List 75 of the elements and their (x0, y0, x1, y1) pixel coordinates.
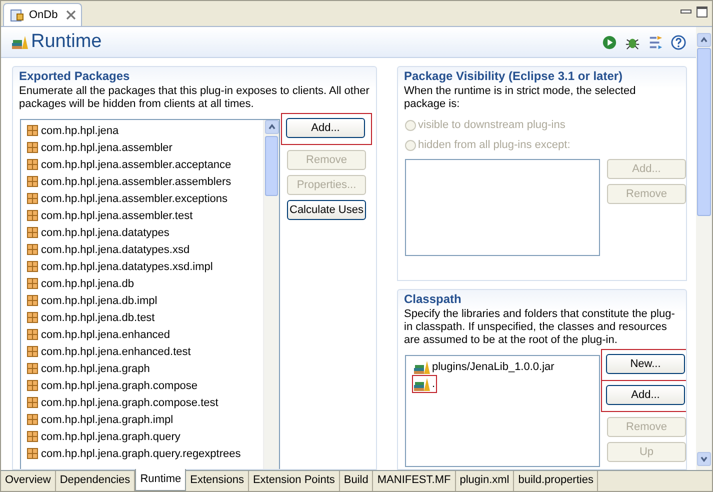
plugin-icon (9, 7, 25, 23)
section-description: Specify the libraries and folders that constitute the plug-in classpath. If unspecified, the classes and resources are assumed to be at the root of the plug-in. (403, 307, 676, 347)
package-item[interactable]: com.hp.hpl.jena.assembler.exceptions (41, 192, 228, 204)
package-icon (27, 380, 38, 391)
package-item[interactable]: com.hp.hpl.jena.datatypes.xsd.impl (41, 260, 213, 272)
library-icon (414, 376, 430, 390)
page-tab[interactable]: Build (340, 471, 374, 491)
editor-tab[interactable]: OnDb (3, 3, 82, 26)
help-icon[interactable] (671, 34, 686, 50)
close-icon[interactable] (66, 10, 76, 20)
library-icon (414, 360, 430, 374)
package-item[interactable]: com.hp.hpl.jena.assembler.acceptance (41, 158, 232, 170)
page-tab[interactable]: plugin.xml (456, 471, 514, 491)
page-tab[interactable]: MANIFEST.MF (373, 471, 456, 491)
section-title: Classpath (403, 292, 462, 306)
package-item[interactable]: com.hp.hpl.jena.datatypes.xsd (41, 244, 190, 256)
package-icon (27, 278, 38, 289)
package-item[interactable]: com.hp.hpl.jena.graph.impl (41, 414, 174, 426)
page-tab[interactable]: Overview (1, 471, 56, 491)
package-item[interactable]: com.hp.hpl.jena.graph.compose (41, 380, 198, 392)
page-tab[interactable]: Runtime (135, 469, 186, 491)
package-item[interactable]: com.hp.hpl.jena.graph.query.regexptrees (41, 448, 241, 460)
package-icon (27, 448, 38, 459)
package-icon (27, 312, 38, 323)
classpath-entry[interactable]: plugins/JenaLib_1.0.0.jar (432, 360, 554, 372)
scrollbar-drawing[interactable] (696, 27, 712, 470)
package-item[interactable]: com.hp.hpl.jena.graph.query (41, 430, 180, 442)
scrollbar-drawing[interactable] (263, 120, 279, 469)
package-icon (27, 125, 38, 136)
package-item[interactable]: com.hp.hpl.jena.db.test (41, 312, 155, 324)
package-icon (27, 261, 38, 272)
section-description: Enumerate all the packages that this plug-in exposes to clients. All other packages will be hidden from clients at all times. (18, 84, 370, 111)
classpath-entry[interactable]: . (432, 378, 436, 390)
radio-label: visible to downstream plug-ins (418, 119, 566, 131)
package-icon (27, 295, 38, 306)
package-icon (27, 397, 38, 408)
package-item[interactable]: com.hp.hpl.jena.datatypes (41, 226, 170, 238)
package-icon (27, 346, 38, 357)
package-item[interactable]: com.hp.hpl.jena.assembler.assemblers (41, 176, 232, 188)
package-icon (27, 142, 38, 153)
page-tab[interactable]: Extension Points (248, 471, 340, 491)
section-title: Exported Packages (18, 69, 131, 83)
export-icon[interactable] (648, 34, 663, 50)
package-icon (27, 329, 38, 340)
package-icon (27, 227, 38, 238)
section-description: When the runtime is in strict mode, the selected package is: (403, 84, 637, 111)
package-icon (27, 414, 38, 425)
package-item[interactable]: com.hp.hpl.jena.graph (41, 362, 150, 374)
library-icon (12, 35, 28, 49)
run-icon[interactable] (602, 34, 617, 50)
page-tab[interactable]: Extensions (186, 471, 249, 491)
package-item[interactable]: com.hp.hpl.jena.assembler (41, 142, 172, 154)
button[interactable]: Calculate Uses (287, 200, 366, 220)
package-item[interactable]: com.hp.hpl.jena.enhanced (41, 328, 170, 340)
package-icon (27, 210, 38, 221)
package-icon (27, 431, 38, 442)
package-icon (27, 176, 38, 187)
package-item[interactable]: com.hp.hpl.jena (41, 124, 119, 136)
button[interactable]: Add... (286, 118, 365, 138)
button[interactable]: Add... (606, 385, 685, 405)
package-icon (27, 244, 38, 255)
package-icon (27, 363, 38, 374)
package-item[interactable]: com.hp.hpl.jena.enhanced.test (41, 346, 191, 358)
package-icon (27, 159, 38, 170)
page-tab[interactable]: build.properties (514, 471, 598, 491)
page-title: Runtime (31, 31, 102, 53)
radio-label: hidden from all plug-ins except: (418, 139, 570, 151)
section-title: Package Visibility (Eclipse 3.1 or later) (403, 69, 624, 83)
button[interactable]: New... (606, 354, 685, 374)
package-item[interactable]: com.hp.hpl.jena.db.impl (41, 294, 158, 306)
package-icon (27, 193, 38, 204)
package-item[interactable]: com.hp.hpl.jena.db (41, 278, 134, 290)
maximize-icon[interactable] (696, 6, 708, 18)
package-item[interactable]: com.hp.hpl.jena.assembler.test (41, 210, 193, 222)
package-item[interactable]: com.hp.hpl.jena.graph.compose.test (41, 396, 218, 408)
